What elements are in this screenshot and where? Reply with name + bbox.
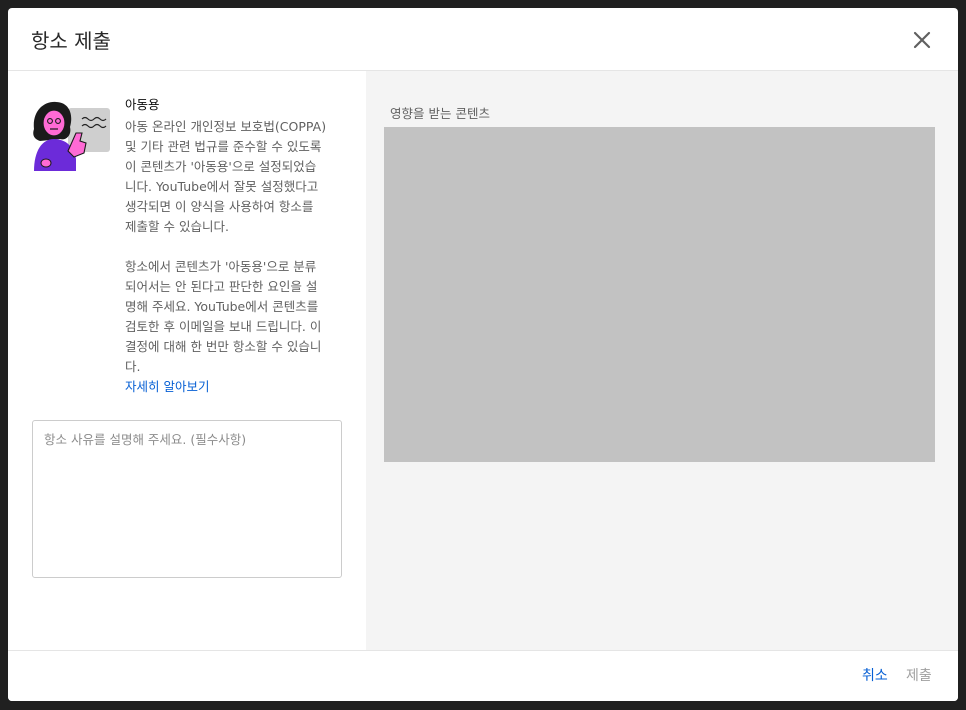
info-title: 아동용 bbox=[125, 97, 160, 112]
dialog-title: 항소 제출 bbox=[31, 29, 111, 53]
close-button[interactable] bbox=[906, 24, 938, 56]
dialog-footer: 취소 제출 bbox=[8, 650, 958, 701]
dialog-header: 항소 제출 bbox=[8, 8, 958, 71]
learn-more-link[interactable]: 자세히 알아보기 bbox=[125, 377, 347, 397]
info-block: 아동용 아동 온라인 개인정보 보호법(COPPA) 및 기타 관련 법규를 준… bbox=[125, 96, 347, 397]
appeal-reason-input[interactable] bbox=[32, 420, 342, 578]
close-icon bbox=[913, 31, 931, 49]
affected-content-label: 영향을 받는 콘텐츠 bbox=[390, 106, 490, 121]
left-pane: 아동용 아동 온라인 개인정보 보호법(COPPA) 및 기타 관련 법규를 준… bbox=[8, 71, 366, 650]
right-pane: 영향을 받는 콘텐츠 bbox=[366, 71, 958, 650]
info-paragraph-2: 항소에서 콘텐츠가 '아동용'으로 분류 되어서는 안 된다고 판단한 요인을 … bbox=[125, 259, 322, 374]
submit-button[interactable]: 제출 bbox=[906, 665, 932, 685]
kids-illustration-icon bbox=[33, 101, 110, 171]
affected-content-thumbnail bbox=[384, 127, 935, 462]
kids-content-illustration bbox=[30, 99, 112, 171]
appeal-dialog: 항소 제출 아동용 아동 온라인 개인정보 보호법(COPPA) 및 기타 관련… bbox=[8, 8, 958, 701]
cancel-button[interactable]: 취소 bbox=[862, 665, 888, 685]
info-paragraph-1: 아동 온라인 개인정보 보호법(COPPA) 및 기타 관련 법규를 준수할 수… bbox=[125, 119, 327, 234]
